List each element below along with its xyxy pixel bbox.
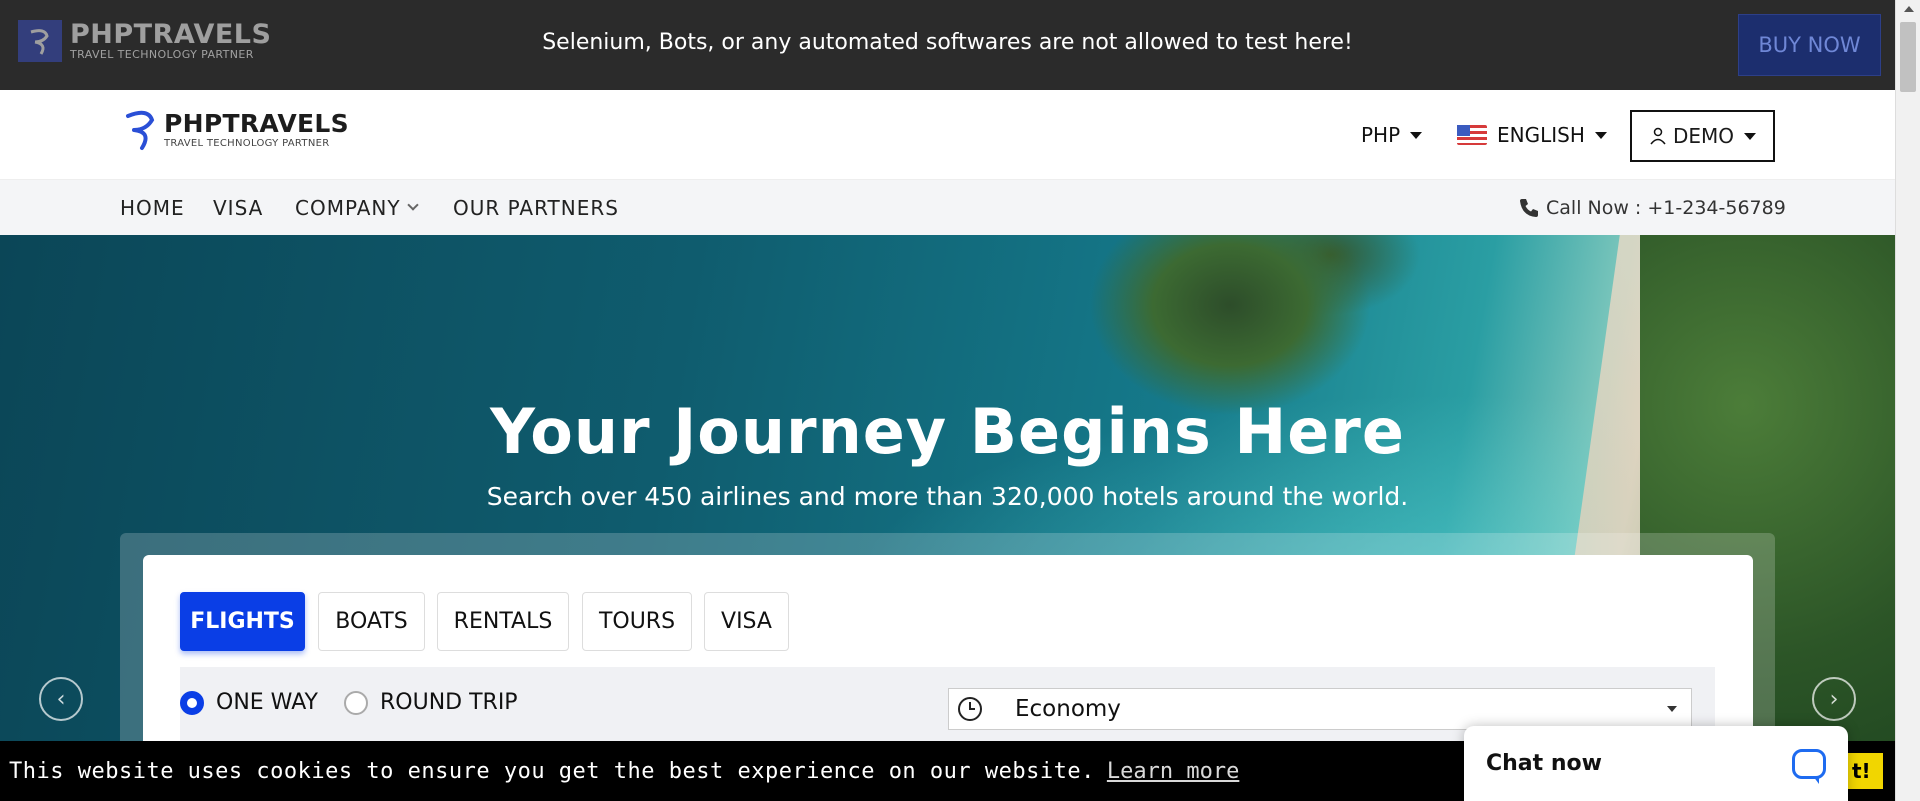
carousel-next-button[interactable]: › <box>1812 677 1856 721</box>
currency-label: PHP <box>1361 123 1401 147</box>
cabin-class-value: Economy <box>1015 696 1121 722</box>
nav-company-label: COMPANY <box>295 195 401 220</box>
tab-boats[interactable]: BOATS <box>318 592 425 651</box>
chat-label: Chat now <box>1486 751 1602 776</box>
logo-swirl-icon <box>126 110 155 150</box>
caret-down-icon <box>1594 131 1607 139</box>
one-way-label: ONE WAY <box>216 690 318 715</box>
nav-home[interactable]: HOME <box>120 180 185 235</box>
radio-unselected-icon <box>344 690 368 715</box>
call-now[interactable]: Call Now : +1-234-56789 <box>1518 180 1786 235</box>
chat-widget[interactable]: Chat now <box>1464 726 1848 801</box>
caret-down-icon <box>1410 131 1423 139</box>
learn-more-link[interactable]: Learn more <box>1107 759 1239 784</box>
caret-down-icon <box>1744 132 1757 140</box>
tab-flights[interactable]: FLIGHTS <box>180 592 305 651</box>
cookie-accept-label: t! <box>1852 759 1871 783</box>
scroll-up-icon[interactable] <box>1904 6 1914 12</box>
account-dropdown[interactable]: DEMO <box>1630 110 1775 162</box>
top-banner: PHPTRAVELS TRAVEL TECHNOLOGY PARTNER Sel… <box>0 0 1895 90</box>
language-label: ENGLISH <box>1497 123 1585 147</box>
round-trip-label: ROUND TRIP <box>380 690 518 715</box>
hero-subtitle: Search over 450 airlines and more than 3… <box>486 482 1409 511</box>
phone-icon <box>1520 198 1538 217</box>
site-logo[interactable]: PHPTRAVELS TRAVEL TECHNOLOGY PARTNER <box>122 108 349 152</box>
account-label: DEMO <box>1672 124 1735 148</box>
radio-selected-icon <box>180 690 204 715</box>
round-trip-radio[interactable]: ROUND TRIP <box>344 690 518 715</box>
chat-bubble-icon <box>1792 748 1826 784</box>
chevron-left-icon: ‹ <box>56 686 66 712</box>
tab-tours[interactable]: TOURS <box>582 592 692 651</box>
chevron-down-icon <box>406 199 419 211</box>
main-nav: HOME VISA COMPANY OUR PARTNERS Call Now … <box>0 180 1895 235</box>
nav-company[interactable]: COMPANY <box>295 180 419 235</box>
buy-now-button[interactable]: BUY NOW <box>1738 14 1881 76</box>
clock-icon <box>949 696 991 722</box>
nav-our-partners[interactable]: OUR PARTNERS <box>453 180 619 235</box>
us-flag-icon <box>1457 125 1487 145</box>
one-way-radio[interactable]: ONE WAY <box>180 690 318 715</box>
chevron-right-icon: › <box>1829 686 1839 712</box>
tab-rentals[interactable]: RENTALS <box>437 592 569 651</box>
carousel-prev-button[interactable]: ‹ <box>39 677 83 721</box>
logo-brand: PHPTRAVELS <box>164 108 349 138</box>
currency-dropdown[interactable]: PHP <box>1361 90 1423 180</box>
tab-visa[interactable]: VISA <box>704 592 789 651</box>
cabin-class-select[interactable]: Economy <box>948 688 1692 730</box>
caret-down-icon <box>1667 706 1677 712</box>
nav-visa[interactable]: VISA <box>213 180 263 235</box>
scroll-thumb[interactable] <box>1900 22 1916 92</box>
cookie-message: This website uses cookies to ensure you … <box>9 758 1095 784</box>
site-header: PHPTRAVELS TRAVEL TECHNOLOGY PARTNER PHP… <box>0 90 1895 180</box>
user-icon <box>1650 127 1666 145</box>
hero-title: Your Journey Begins Here <box>490 395 1405 468</box>
automation-warning: Selenium, Bots, or any automated softwar… <box>542 30 1353 55</box>
logo-tag: TRAVEL TECHNOLOGY PARTNER <box>164 137 330 149</box>
page-scrollbar[interactable] <box>1895 0 1920 801</box>
language-dropdown[interactable]: ENGLISH <box>1457 90 1607 180</box>
call-now-text: Call Now : +1-234-56789 <box>1546 196 1786 219</box>
